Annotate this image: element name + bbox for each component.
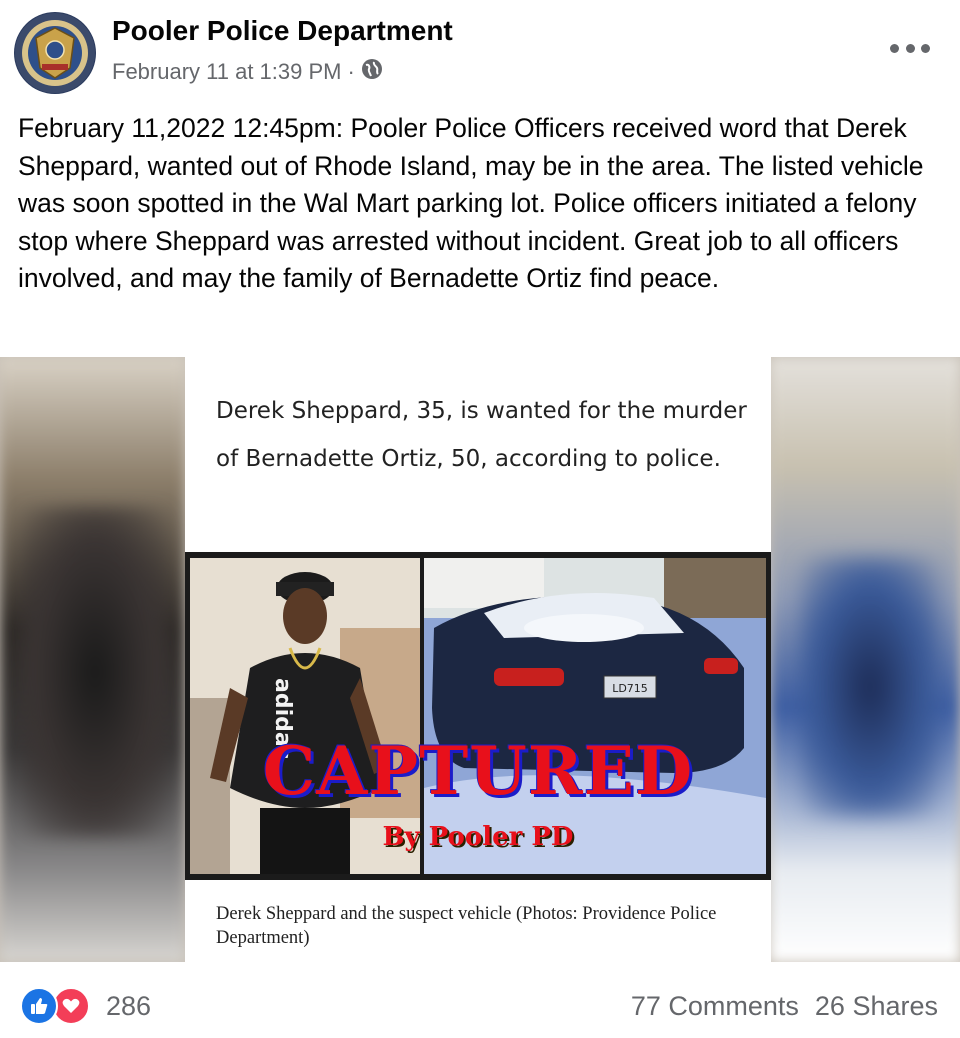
license-plate: LD715 [612, 682, 648, 695]
captured-overlay-subtitle: By Pooler PD [382, 822, 574, 852]
post-meta: February 11 at 1:39 PM · [112, 58, 383, 86]
post-footer: 286 77 Comments 26 Shares [0, 965, 960, 1038]
police-badge-logo [15, 13, 95, 93]
photo-caption: Derek Sheppard and the suspect vehicle (… [216, 904, 717, 948]
comments-count-link[interactable]: 77 Comments [631, 991, 799, 1022]
reactions-summary[interactable]: 286 [20, 987, 151, 1025]
photo-collage: adidas LD715 CAPTURED By Pooler PD [185, 552, 771, 880]
news-card-image: Derek Sheppard, 35, is wanted for the mu… [185, 357, 771, 962]
post-timestamp[interactable]: February 11 at 1:39 PM [112, 59, 342, 85]
page-name[interactable]: Pooler Police Department [112, 15, 453, 47]
globe-icon[interactable] [361, 58, 383, 86]
page-avatar[interactable] [14, 12, 96, 94]
post-text: February 11,2022 12:45pm: Pooler Police … [18, 113, 924, 293]
engagement-counts: 77 Comments 26 Shares [631, 991, 938, 1022]
captured-overlay-title: CAPTURED [262, 732, 694, 810]
blurred-backdrop-left-detail [20, 507, 170, 837]
more-dots-icon[interactable] [890, 38, 930, 58]
news-headline: Derek Sheppard, 35, is wanted for the mu… [216, 398, 747, 472]
meta-separator: · [347, 59, 355, 84]
blurred-backdrop-right-detail [800, 557, 940, 817]
post-media[interactable]: Derek Sheppard, 35, is wanted for the mu… [0, 357, 960, 962]
post-header: Pooler Police Department February 11 at … [0, 0, 960, 100]
reaction-count: 286 [106, 990, 152, 1021]
like-icon [20, 987, 58, 1025]
shares-count-link[interactable]: 26 Shares [815, 991, 938, 1022]
